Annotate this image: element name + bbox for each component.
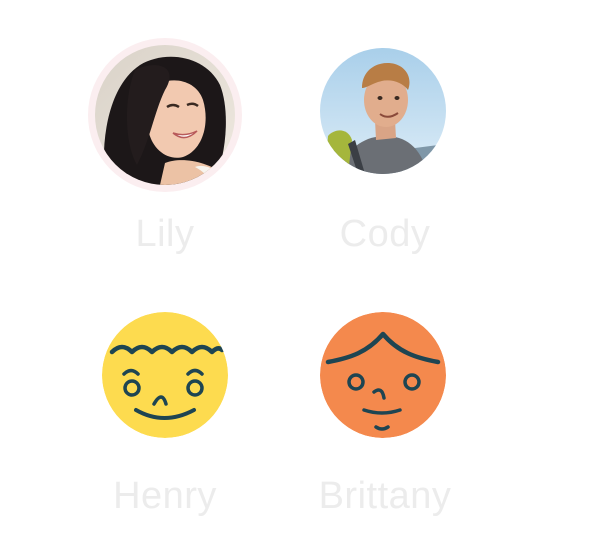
profile-picker: Lily Cody Henry Brittany: [0, 0, 591, 535]
profile-name: Henry: [113, 475, 217, 517]
profile-card-cody[interactable]: Cody: [275, 35, 495, 265]
profile-card-henry[interactable]: Henry: [55, 305, 275, 535]
profile-card-lily[interactable]: Lily: [55, 35, 275, 265]
orange-face-icon[interactable]: [320, 312, 446, 438]
profile-name: Lily: [135, 213, 195, 255]
profile-name: Brittany: [318, 475, 452, 517]
photo-woman-avatar[interactable]: [95, 45, 235, 185]
profile-card-brittany[interactable]: Brittany: [275, 305, 495, 535]
profile-name: Cody: [339, 213, 431, 255]
yellow-face-icon[interactable]: [102, 312, 228, 438]
photo-man-avatar[interactable]: [320, 48, 446, 174]
